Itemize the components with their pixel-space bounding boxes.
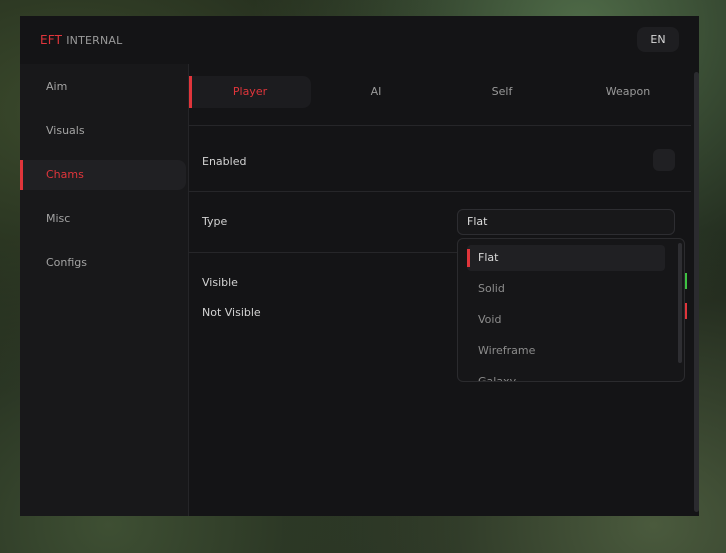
sidebar-item-chams[interactable]: Chams [20,160,186,190]
not-visible-color-swatch[interactable] [685,303,687,319]
sidebar: Aim Visuals Chams Misc Configs [20,64,189,516]
tab-player[interactable]: Player [189,76,311,108]
visible-label: Visible [202,276,238,289]
dropdown-option-flat[interactable]: Flat [467,245,665,271]
language-button[interactable]: EN [637,27,679,52]
enabled-checkbox[interactable] [653,149,675,171]
sidebar-item-configs[interactable]: Configs [20,248,186,278]
type-dropdown: Flat Solid Void Wireframe Galaxy [457,238,685,382]
visible-color-swatch[interactable] [685,273,687,289]
divider [189,191,691,192]
dropdown-option-wireframe[interactable]: Wireframe [467,338,665,364]
dropdown-option-solid[interactable]: Solid [467,276,665,302]
dropdown-option-galaxy[interactable]: Galaxy [467,369,665,381]
sidebar-item-visuals[interactable]: Visuals [20,116,186,146]
type-label: Type [202,215,228,228]
tab-bar: Player AI Self Weapon [189,76,691,108]
sidebar-item-aim[interactable]: Aim [20,72,186,102]
not-visible-label: Not Visible [202,306,261,319]
content-panel: Player AI Self Weapon Enabled Type Flat … [189,64,699,516]
divider [189,125,691,126]
type-select[interactable]: Flat [457,209,675,235]
tab-ai[interactable]: AI [315,76,437,108]
app-window: EFT INTERNAL EN Aim Visuals Chams Misc Co… [20,16,699,516]
dropdown-scrollbar[interactable] [678,243,682,363]
sidebar-item-misc[interactable]: Misc [20,204,186,234]
divider [189,252,457,253]
dropdown-option-void[interactable]: Void [467,307,665,333]
content-scrollbar[interactable] [694,72,699,512]
header: EFT INTERNAL EN [20,16,699,64]
app-logo: EFT INTERNAL [40,33,123,47]
enabled-label: Enabled [202,155,247,168]
tab-weapon[interactable]: Weapon [567,76,689,108]
tab-self[interactable]: Self [441,76,563,108]
logo-accent: EFT [40,33,63,47]
logo-text: INTERNAL [66,34,123,47]
